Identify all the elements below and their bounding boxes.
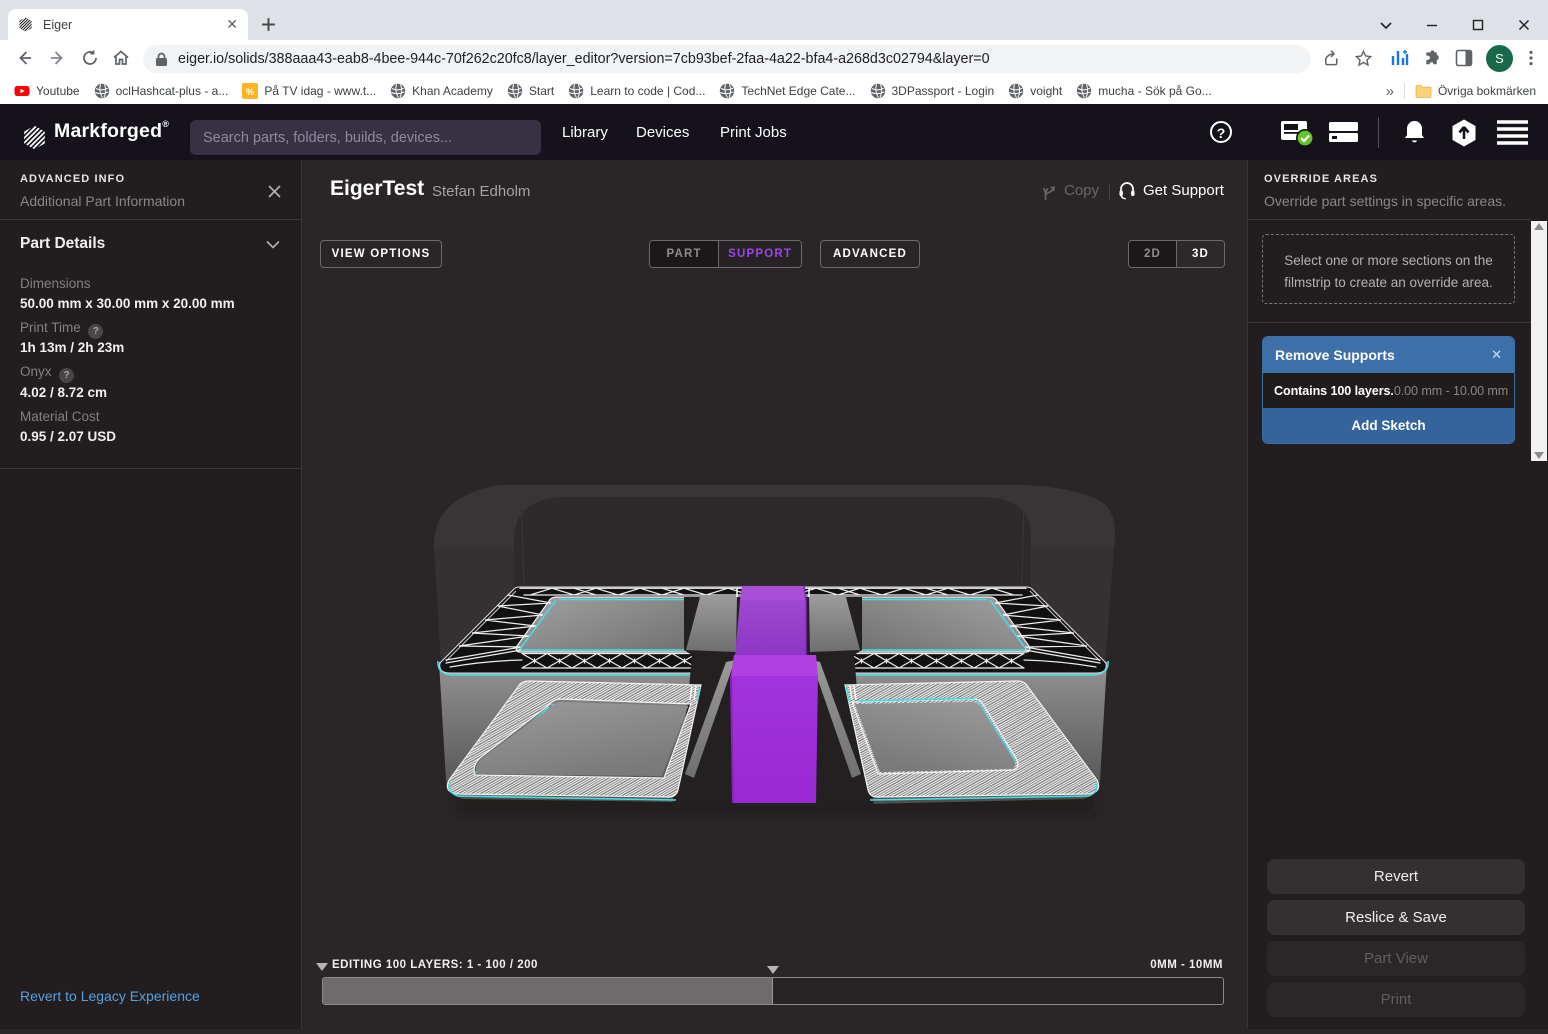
svg-text:%: %	[246, 87, 254, 97]
